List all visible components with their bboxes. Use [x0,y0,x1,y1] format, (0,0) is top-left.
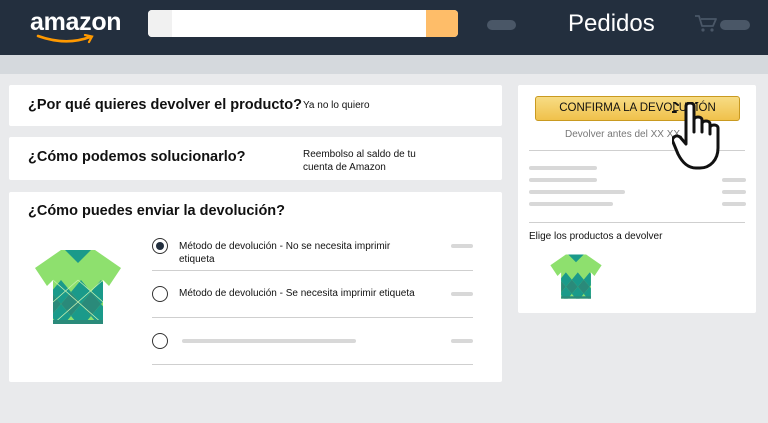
solution-question: ¿Cómo podemos solucionarlo? [28,149,246,165]
return-option-radio-1[interactable] [152,238,168,254]
reason-card: ¿Por qué quieres devolver el producto? Y… [9,85,502,126]
top-nav-bar: amazon Pedidos [0,0,768,55]
search-input[interactable] [148,10,458,37]
option-price-placeholder [451,292,473,296]
return-option-radio-3[interactable] [152,333,168,349]
sub-nav-bar [0,55,768,74]
return-option-label-1: Método de devolución - No se necesita im… [179,240,449,266]
search-button[interactable] [426,10,458,37]
shipping-card: ¿Cómo puedes enviar la devolución? Métod… [9,192,502,382]
shipping-question: ¿Cómo puedes enviar la devolución? [28,203,286,219]
reason-answer[interactable]: Ya no lo quiero [303,99,370,112]
summary-line-placeholder [529,166,597,170]
return-option-radio-2[interactable] [152,286,168,302]
summary-value-placeholder [722,178,746,182]
option-price-placeholder [451,244,473,248]
solution-answer[interactable]: Reembolso al saldo de tu cuenta de Amazo… [303,148,416,174]
summary-line-placeholder [529,190,625,194]
pointing-hand-icon [672,102,720,170]
return-option-label-2: Método de devolución - Se necesita impri… [179,288,415,299]
nav-placeholder[interactable] [487,20,516,30]
argyle-polo-shirt-icon [35,250,121,324]
summary-value-placeholder [722,202,746,206]
solution-card: ¿Cómo podemos solucionarlo? Reembolso al… [9,137,502,180]
option-divider [152,270,473,271]
option-divider [152,317,473,318]
summary-value-placeholder [722,190,746,194]
search-category-dropdown[interactable] [148,10,172,37]
choose-products-label: Elige los productos a devolver [529,231,663,242]
cart-icon[interactable] [694,13,718,33]
return-option-label-3-placeholder [182,339,356,343]
return-option-label-1-line1: Método de devolución - No se necesita im… [179,241,391,252]
argyle-polo-shirt-icon[interactable] [548,251,604,301]
return-deadline: Devolver antes del XX XX, [565,129,683,140]
solution-answer-line2: cuenta de Amazon [303,162,386,173]
option-price-placeholder [451,339,473,343]
solution-answer-line1: Reembolso al saldo de tu [303,149,416,160]
summary-line-placeholder [529,178,597,182]
return-option-label-1-line2: etiqueta [179,254,215,265]
nav-placeholder-account[interactable] [720,20,750,30]
summary-divider [529,222,745,223]
page-title: Pedidos [568,10,655,37]
summary-line-placeholder [529,202,613,206]
amazon-logo[interactable]: amazon [30,8,122,37]
amazon-smile-icon [36,34,94,44]
reason-question: ¿Por qué quieres devolver el producto? [28,97,302,113]
option-divider [152,364,473,365]
